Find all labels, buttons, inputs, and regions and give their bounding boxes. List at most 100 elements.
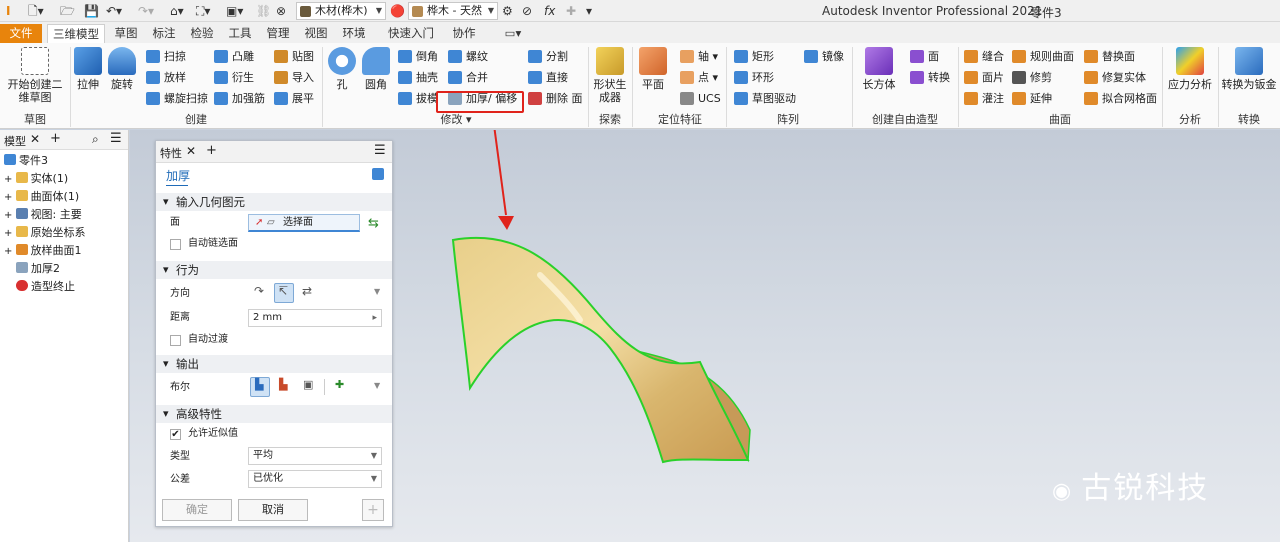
sketch-driven-pattern-button[interactable]: 草图驱动 xyxy=(734,90,796,107)
freeform-box-button[interactable]: 长方体 xyxy=(858,47,900,91)
freeform-face-button[interactable]: 面 xyxy=(910,48,939,65)
ribbon-options-icon[interactable]: ▭▾ xyxy=(500,24,526,43)
tab-sketch[interactable]: 草图 xyxy=(110,24,142,43)
start-2d-sketch-button[interactable]: 开始创建二维草图 xyxy=(6,47,64,104)
direction-2-icon[interactable]: ↸ xyxy=(274,283,294,303)
tab-get-started[interactable]: 快速入门 xyxy=(382,24,440,43)
properties-tab[interactable]: 特性 xyxy=(160,145,182,161)
fillet-button[interactable]: 圆角 xyxy=(360,47,392,91)
allow-approximation-checkbox[interactable]: ✔ xyxy=(170,429,181,440)
section-input-geometry[interactable]: 输入几何图元 xyxy=(156,193,392,211)
auto-chain-checkbox[interactable] xyxy=(170,239,181,250)
plus-icon[interactable]: ✚ xyxy=(566,3,576,19)
menu-icon[interactable]: ☰ xyxy=(374,143,386,158)
add-tab-icon[interactable]: + xyxy=(206,143,217,158)
chevron-down-icon[interactable]: ▼ xyxy=(374,287,380,296)
add-tab-icon[interactable]: + xyxy=(50,131,61,146)
import-button[interactable]: 导入 xyxy=(274,69,314,86)
ucs-button[interactable]: UCS xyxy=(680,90,721,107)
rib-button[interactable]: 加强筋 xyxy=(214,90,265,107)
expand-plus-icon[interactable]: + xyxy=(4,192,16,203)
section-advanced[interactable]: 高级特性 xyxy=(156,405,392,423)
combine-button[interactable]: 合并 xyxy=(448,69,488,86)
boolean-intersect-icon[interactable]: ▣ xyxy=(298,377,318,397)
tab-3d-model[interactable]: 三维模型 xyxy=(47,24,105,43)
chevron-down-icon[interactable]: ▼ xyxy=(374,381,380,390)
tree-item-surface-bodies[interactable]: + 曲面体(1) xyxy=(4,188,79,206)
menu-icon[interactable]: ☰ xyxy=(110,131,122,146)
extend-button[interactable]: 延伸 xyxy=(1012,90,1052,107)
boolean-join-icon[interactable]: ▙ xyxy=(250,377,270,397)
tab-inspect[interactable]: 检验 xyxy=(186,24,218,43)
clear-appearance-icon[interactable]: ⊘ xyxy=(522,3,532,19)
material-dropdown[interactable]: 木材(桦木) ▼ xyxy=(296,2,386,20)
axis-button[interactable]: 轴 ▾ xyxy=(680,48,718,65)
coil-button[interactable]: 螺旋扫掠 xyxy=(146,90,208,107)
close-icon[interactable]: ✕ xyxy=(30,132,40,146)
search-icon[interactable]: ⌕ xyxy=(92,132,99,147)
plane-button[interactable]: 平面 xyxy=(636,47,670,91)
emboss-button[interactable]: 凸雕 xyxy=(214,48,254,65)
flip-direction-icon[interactable]: ⇆ xyxy=(368,216,382,231)
home-icon[interactable]: ⌂▾ xyxy=(170,3,184,19)
select-icon[interactable]: ⛶▾ xyxy=(196,3,210,19)
tree-item-end-of-part[interactable]: 造型终止 xyxy=(16,278,75,296)
tree-item-solid-bodies[interactable]: + 实体(1) xyxy=(4,170,68,188)
expand-plus-icon[interactable]: + xyxy=(4,174,16,185)
group-modify-label[interactable]: 修改 ▾ xyxy=(326,113,586,127)
parameters-fx-icon[interactable]: fx xyxy=(544,3,555,19)
rectangular-pattern-button[interactable]: 矩形 xyxy=(734,48,774,65)
tab-manage[interactable]: 管理 xyxy=(262,24,294,43)
delete-face-button[interactable]: 删除 面 xyxy=(528,90,583,107)
expand-plus-icon[interactable]: + xyxy=(4,228,16,239)
tree-item-origin[interactable]: + 原始坐标系 xyxy=(4,224,86,242)
auto-blend-checkbox[interactable] xyxy=(170,335,181,346)
patch-button[interactable]: 面片 xyxy=(964,69,1004,86)
distance-input[interactable]: 2 mm ▸ xyxy=(248,309,382,327)
hole-button[interactable]: 孔 xyxy=(326,47,358,91)
type-select[interactable]: 平均 ▼ xyxy=(248,447,382,465)
tab-file[interactable]: 文件 xyxy=(0,24,42,43)
derive-button[interactable]: 衍生 xyxy=(214,69,254,86)
tab-annotate[interactable]: 标注 xyxy=(148,24,180,43)
appearance-ball-icon[interactable]: 🔴 xyxy=(390,3,405,19)
direct-edit-button[interactable]: 直接 xyxy=(528,69,568,86)
redo-icon[interactable]: ↷▾ xyxy=(138,3,154,19)
stress-analysis-button[interactable]: 应力分析 xyxy=(1166,47,1214,91)
chevron-right-icon[interactable]: ▸ xyxy=(372,310,377,326)
open-icon[interactable]: 🗁 xyxy=(60,3,75,19)
tree-item-view[interactable]: + 视图: 主要 xyxy=(4,206,82,224)
unwrap-button[interactable]: 展平 xyxy=(274,90,314,107)
material-globe-icon[interactable]: ⊗ xyxy=(276,3,286,19)
point-button[interactable]: 点 ▾ xyxy=(680,69,718,86)
shape-generator-button[interactable]: 形状生成器 xyxy=(590,47,630,104)
expand-plus-icon[interactable]: + xyxy=(4,246,16,257)
tolerance-select[interactable]: 已优化 ▼ xyxy=(248,470,382,488)
extrude-button[interactable]: 拉伸 xyxy=(72,47,104,91)
cancel-button[interactable]: 取消 xyxy=(238,499,308,521)
mirror-button[interactable]: 镜像 xyxy=(804,48,844,65)
replace-face-button[interactable]: 替换面 xyxy=(1084,48,1135,65)
shell-button[interactable]: 抽壳 xyxy=(398,69,438,86)
thread-button[interactable]: 螺纹 xyxy=(448,48,488,65)
sculpt-button[interactable]: 灌注 xyxy=(964,90,1004,107)
tab-collaborate[interactable]: 协作 xyxy=(444,24,484,43)
face-select-field[interactable]: ➚ ▱ 选择面 xyxy=(248,214,360,232)
sweep-button[interactable]: 扫掠 xyxy=(146,48,186,65)
tree-item-part[interactable]: 零件3 xyxy=(4,152,48,170)
tab-environments[interactable]: 环境 xyxy=(338,24,370,43)
chamfer-button[interactable]: 倒角 xyxy=(398,48,438,65)
ok-button[interactable]: 确定 xyxy=(162,499,232,521)
fit-mesh-face-button[interactable]: 拟合网格面 xyxy=(1084,90,1157,107)
close-icon[interactable]: ✕ xyxy=(186,144,196,158)
customize-chevron-icon[interactable]: ▾ xyxy=(586,3,592,19)
revolve-button[interactable]: 旋转 xyxy=(106,47,138,91)
section-output[interactable]: 输出 xyxy=(156,355,392,373)
undo-icon[interactable]: ↶▾ xyxy=(106,3,122,19)
split-button[interactable]: 分割 xyxy=(528,48,568,65)
loft-button[interactable]: 放样 xyxy=(146,69,186,86)
appearance-dropdown[interactable]: 桦木 - 天然 ▼ xyxy=(408,2,498,20)
freeform-convert-button[interactable]: 转换 xyxy=(910,69,950,86)
repair-bodies-button[interactable]: 修复实体 xyxy=(1084,69,1146,86)
stitch-button[interactable]: 缝合 xyxy=(964,48,1004,65)
